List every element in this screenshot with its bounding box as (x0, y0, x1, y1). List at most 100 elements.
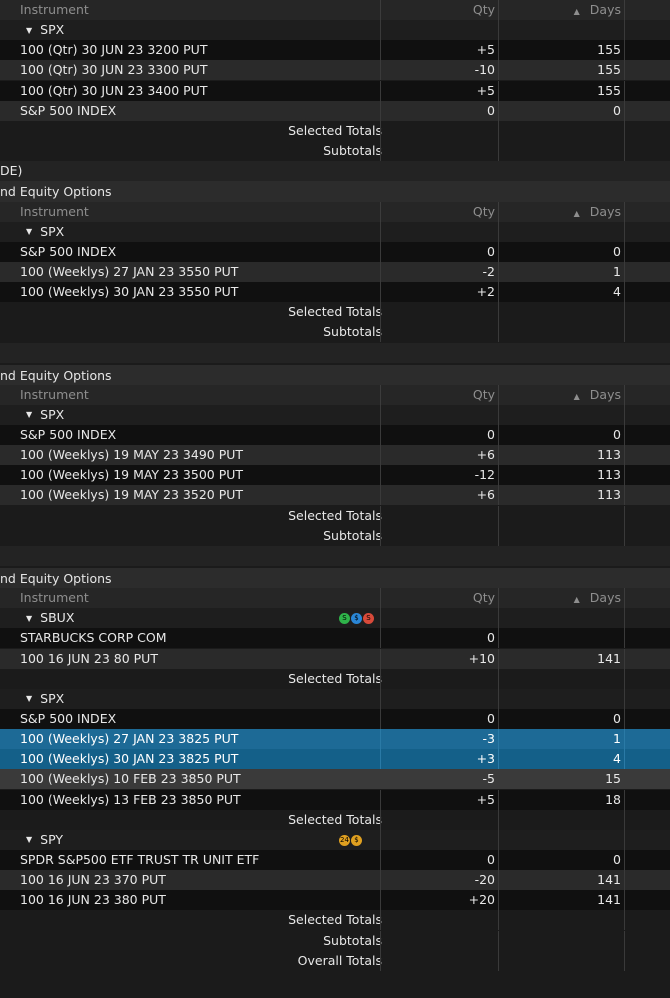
column-divider (380, 384, 381, 405)
column-divider (624, 749, 625, 770)
position-row[interactable]: 100 (Weeklys) 30 JAN 23 3825 PUT +3 4 (0, 749, 670, 770)
column-divider (624, 608, 625, 629)
selected-totals-row: Selected Totals (0, 668, 670, 689)
position-row[interactable]: 100 16 JUN 23 380 PUT +20 141 (0, 890, 670, 911)
collapse-caret-icon[interactable]: ▼ (26, 405, 32, 425)
collapse-caret-icon[interactable]: ▼ (26, 21, 32, 41)
column-header-qty[interactable]: Qty (381, 202, 498, 222)
column-divider (498, 465, 499, 486)
position-row[interactable]: 100 16 JUN 23 80 PUT +10 141 (0, 648, 670, 669)
symbol-group-row[interactable]: ▼ SBUX S $ S (0, 608, 670, 629)
position-row[interactable]: 100 (Weeklys) 30 JAN 23 3550 PUT +2 4 (0, 282, 670, 303)
account-group-header[interactable]: nd Equity Options (0, 567, 670, 590)
symbol-group-label[interactable]: ▼ SPX (18, 222, 380, 242)
column-divider (624, 829, 625, 850)
symbol-group-label[interactable]: ▼ SPX (18, 20, 380, 40)
column-divider (498, 708, 499, 729)
column-divider (498, 850, 499, 870)
days-cell: 0 (613, 710, 621, 726)
symbol-group-row[interactable]: ▼ SPX (0, 20, 670, 41)
account-group-header[interactable]: nd Equity Options (0, 364, 670, 387)
selected-totals-row-label: Selected Totals (288, 670, 382, 686)
column-header-qty[interactable]: Qty (381, 0, 498, 20)
selected-totals-row-label: Selected Totals (288, 507, 382, 523)
column-divider (624, 0, 625, 20)
column-divider (380, 950, 381, 971)
column-divider (498, 141, 499, 162)
symbol-group-row[interactable]: ▼ SPX (0, 404, 670, 425)
selected-totals-row: Selected Totals (0, 809, 670, 830)
column-header-instrument[interactable]: Instrument (18, 588, 380, 608)
qty-cell: 0 (487, 243, 495, 259)
collapse-caret-icon[interactable]: ▼ (26, 830, 32, 850)
account-group-header[interactable]: nd Equity Options (0, 181, 670, 204)
column-divider (624, 141, 625, 162)
position-row[interactable]: 100 (Weeklys) 27 JAN 23 3550 PUT -2 1 (0, 261, 670, 282)
column-divider (624, 322, 625, 343)
instrument-cell: 100 (Qtr) 30 JUN 23 3300 PUT (20, 62, 208, 78)
position-row[interactable]: 100 (Weeklys) 19 MAY 23 3520 PUT +6 113 (0, 485, 670, 506)
position-row[interactable]: S&P 500 INDEX 0 0 (0, 100, 670, 121)
column-divider (498, 80, 499, 101)
qty-cell: -5 (482, 771, 495, 787)
position-row[interactable]: S&P 500 INDEX 0 0 (0, 708, 670, 729)
collapse-caret-icon[interactable]: ▼ (26, 222, 32, 242)
account-group-label: nd Equity Options (0, 184, 112, 200)
position-row[interactable]: 100 (Weeklys) 19 MAY 23 3490 PUT +6 113 (0, 445, 670, 466)
symbol-group-label[interactable]: ▼ SPY (18, 830, 380, 850)
column-divider (498, 769, 499, 790)
column-header-instrument[interactable]: Instrument (18, 202, 380, 222)
symbol-group-label[interactable]: ▼ SPX (18, 689, 380, 709)
symbol-badges: 24 $ (338, 830, 362, 850)
column-header-days[interactable]: ▲ Days (499, 0, 624, 20)
column-header-days[interactable]: ▲ Days (499, 202, 624, 222)
column-header-days[interactable]: ▲ Days (499, 588, 624, 608)
column-header-row: Instrument Qty ▲ Days (0, 384, 670, 405)
column-divider (624, 60, 625, 81)
column-header-instrument[interactable]: Instrument (18, 0, 380, 20)
column-divider (624, 588, 625, 609)
position-row[interactable]: S&P 500 INDEX 0 0 (0, 241, 670, 262)
column-divider (498, 60, 499, 81)
instrument-cell: S&P 500 INDEX (20, 243, 117, 259)
column-divider (380, 282, 381, 303)
position-row[interactable]: S&P 500 INDEX 0 0 (0, 425, 670, 445)
symbol-group-row[interactable]: ▼ SPX (0, 688, 670, 709)
symbol-group-label[interactable]: ▼ SBUX (18, 608, 380, 628)
symbol-group-row[interactable]: ▼ SPX (0, 221, 670, 242)
column-divider (624, 282, 625, 303)
sort-ascending-icon: ▲ (573, 391, 580, 401)
qty-cell: +6 (476, 487, 495, 503)
column-header-days[interactable]: ▲ Days (499, 385, 624, 405)
position-row[interactable]: 100 (Weeklys) 19 MAY 23 3500 PUT -12 113 (0, 465, 670, 486)
column-header-instrument[interactable]: Instrument (18, 385, 380, 405)
position-row[interactable]: 100 16 JUN 23 370 PUT -20 141 (0, 870, 670, 891)
position-row[interactable]: 100 (Qtr) 30 JUN 23 3300 PUT -10 155 (0, 60, 670, 81)
collapse-caret-icon[interactable]: ▼ (26, 609, 32, 629)
position-row[interactable]: 100 (Weeklys) 13 FEB 23 3850 PUT +5 18 (0, 789, 670, 810)
instrument-cell: 100 (Weeklys) 27 JAN 23 3550 PUT (20, 263, 239, 279)
position-row[interactable]: 100 (Weeklys) 27 JAN 23 3825 PUT -3 1 (0, 729, 670, 750)
column-divider (624, 910, 625, 931)
account-group-header[interactable]: DE) (0, 161, 670, 183)
column-divider (380, 80, 381, 101)
symbol-group-row[interactable]: ▼ SPY 24 $ (0, 829, 670, 850)
column-divider (380, 40, 381, 61)
column-divider (624, 525, 625, 546)
column-header-qty[interactable]: Qty (381, 385, 498, 405)
instrument-cell: SPDR S&P500 ETF TRUST TR UNIT ETF (20, 852, 260, 867)
column-header-qty[interactable]: Qty (381, 588, 498, 608)
sort-ascending-icon: ▲ (573, 595, 580, 605)
qty-cell: -3 (482, 731, 495, 747)
symbol-group-label[interactable]: ▼ SPX (18, 405, 380, 425)
position-row[interactable]: 100 (Qtr) 30 JUN 23 3200 PUT +5 155 (0, 40, 670, 61)
symbol-name: SPX (40, 223, 65, 239)
position-row[interactable]: SPDR S&P500 ETF TRUST TR UNIT ETF 0 0 (0, 850, 670, 870)
collapse-caret-icon[interactable]: ▼ (26, 689, 32, 709)
symbol-name: SPX (40, 22, 65, 38)
position-row[interactable]: STARBUCKS CORP COM 0 (0, 628, 670, 649)
column-divider (380, 930, 381, 951)
position-row[interactable]: 100 (Weeklys) 10 FEB 23 3850 PUT -5 15 (0, 769, 670, 790)
instrument-cell: S&P 500 INDEX (20, 427, 117, 442)
position-row[interactable]: 100 (Qtr) 30 JUN 23 3400 PUT +5 155 (0, 80, 670, 101)
